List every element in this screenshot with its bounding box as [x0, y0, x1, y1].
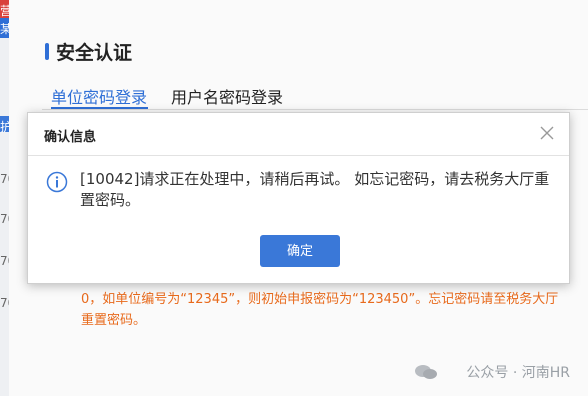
- page-title: 安全认证: [56, 42, 133, 64]
- close-icon[interactable]: [539, 125, 555, 141]
- dialog-message: [10042]请求正在处理中，请稍后再试。 如忘记密码，请去税务大厅重置密码。: [80, 170, 550, 209]
- info-icon: [46, 171, 68, 193]
- confirm-dialog: 确认信息 [10042]请求正在处理中，请稍后再试。 如忘记密码，请去税务大厅重…: [27, 112, 570, 284]
- background-app-strip: 营某护 70 70 70 70: [0, 0, 15, 396]
- wechat-icon: [415, 365, 437, 379]
- dialog-title: 确认信息: [44, 130, 97, 145]
- title-accent-bar: [45, 43, 49, 60]
- dialog-header: 确认信息: [28, 113, 569, 156]
- watermark-text: 公众号 · 河南HR: [466, 365, 570, 381]
- tab-username-password-login[interactable]: 用户名密码登录: [171, 84, 283, 108]
- confirm-button[interactable]: 确定: [260, 235, 340, 267]
- tab-unit-password-login[interactable]: 单位密码登录: [51, 84, 147, 108]
- tab-divider: [42, 109, 588, 110]
